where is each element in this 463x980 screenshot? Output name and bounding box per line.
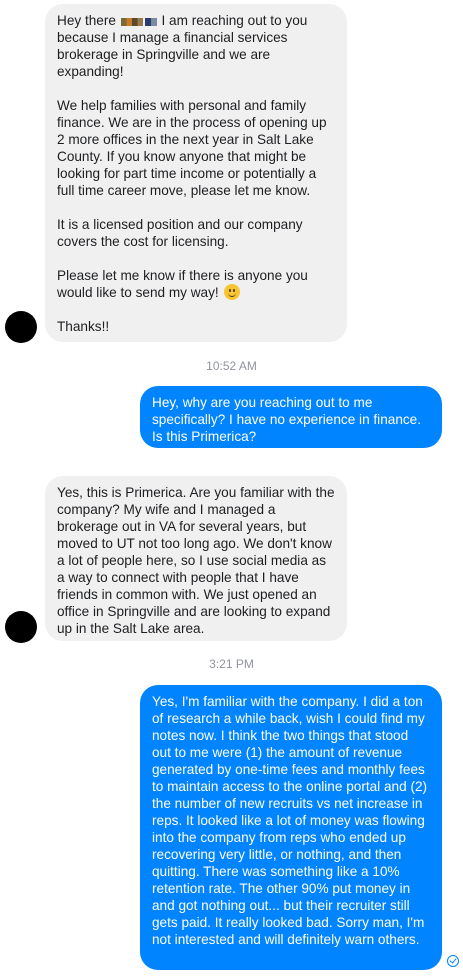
message-paragraph: We help families with personal and famil… — [57, 98, 327, 198]
timestamp: 3:21 PM — [209, 657, 254, 671]
incoming-message-bubble[interactable]: Yes, this is Primerica. Are you familiar… — [45, 476, 347, 641]
message-paragraph: It is a licensed position and our compan… — [57, 217, 303, 249]
slightly-smiling-face-icon — [224, 284, 241, 300]
contact-avatar[interactable] — [5, 611, 37, 643]
outgoing-message-bubble[interactable]: Hey, why are you reaching out to me spec… — [140, 386, 442, 448]
message-line: Hey there I am reaching out to you becau… — [57, 12, 335, 80]
message-line: Please let me know if there is anyone yo… — [57, 267, 335, 301]
message-paragraph: Please let me know if there is anyone yo… — [57, 268, 308, 300]
redacted-name-icon — [120, 18, 143, 26]
message-paragraph: Thanks!! — [57, 319, 110, 334]
contact-avatar[interactable] — [5, 311, 37, 343]
seen-check-icon — [447, 955, 459, 967]
outgoing-message-bubble[interactable]: Yes, I'm familiar with the company. I di… — [140, 685, 442, 970]
incoming-message-bubble[interactable]: Hey there I am reaching out to you becau… — [45, 4, 347, 342]
timestamp: 10:52 AM — [206, 359, 257, 373]
redacted-name-icon — [144, 18, 157, 26]
message-text: Hey there — [57, 13, 120, 28]
